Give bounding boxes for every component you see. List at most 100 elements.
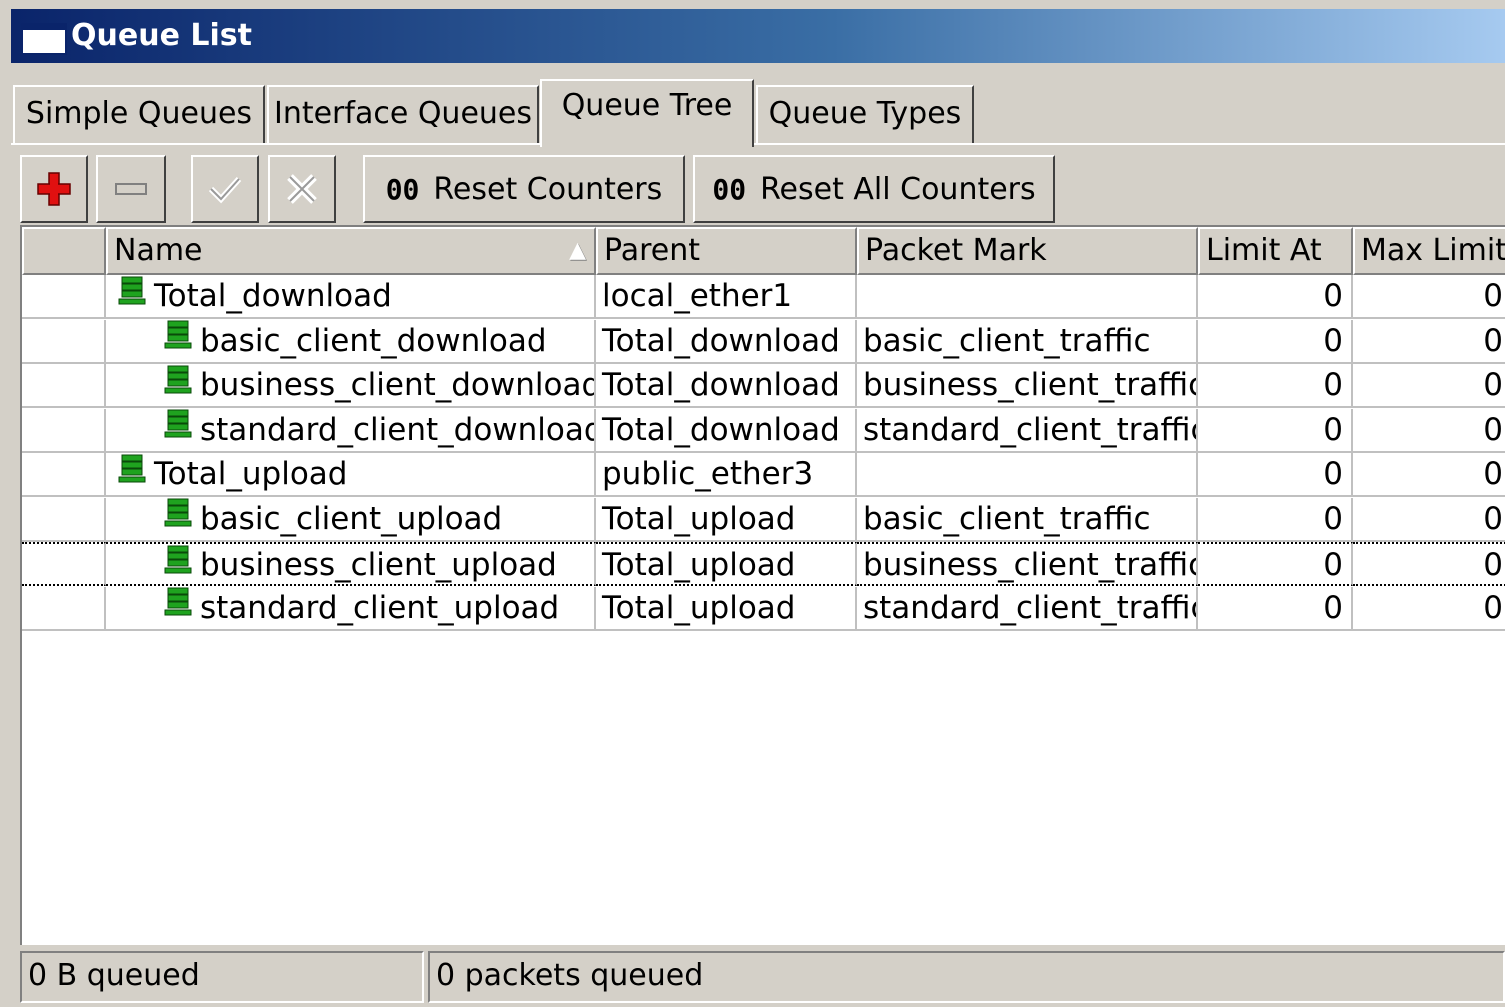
cell-packet-mark: basic_client_traffic <box>857 497 1198 542</box>
table-row[interactable]: business_client_download Total_download bu… <box>22 364 1505 408</box>
queue-name-text: business_client_download <box>200 367 596 403</box>
cell-limit-at: 0 <box>1198 497 1353 542</box>
add-button[interactable] <box>20 155 88 223</box>
queue-list-window: Queue List Simple Queues Interface Queue… <box>11 9 1505 1007</box>
counter-icon: 00 <box>385 172 420 206</box>
checkmark-icon <box>208 176 242 204</box>
cell-flags <box>22 319 106 364</box>
enable-button[interactable] <box>191 155 259 223</box>
cell-limit-at: 0 <box>1198 275 1353 319</box>
column-header-packet-mark[interactable]: Packet Mark <box>857 227 1198 275</box>
cell-limit-at: 0 <box>1198 408 1353 453</box>
cell-parent: Total_upload <box>596 497 857 542</box>
reset-counters-label: Reset Counters <box>433 171 663 207</box>
cell-name: business_client_upload <box>106 542 596 586</box>
tab-simple-queues[interactable]: Simple Queues <box>13 85 265 143</box>
table-header: Name ▲ Parent Packet Mark Limit At Max L… <box>22 227 1505 275</box>
cell-limit-at: 0 <box>1198 542 1353 586</box>
tab-queue-tree[interactable]: Queue Tree <box>540 79 754 147</box>
counter-icon: 00 <box>712 172 747 206</box>
queue-icon <box>164 409 192 451</box>
column-header-limit-at[interactable]: Limit At <box>1198 227 1353 275</box>
column-header-flags[interactable] <box>22 227 106 275</box>
table-row[interactable]: Total_download local_ether1 0 0 <box>22 275 1505 319</box>
title-bar[interactable]: Queue List <box>11 9 1505 63</box>
cell-flags <box>22 453 106 497</box>
cell-name: business_client_download <box>106 364 596 408</box>
table-row[interactable]: basic_client_download Total_download basic… <box>22 319 1505 364</box>
cell-name: basic_client_download <box>106 319 596 364</box>
tab-strip: Simple Queues Interface Queues Queue Tre… <box>11 69 1505 147</box>
cell-limit-at: 0 <box>1198 319 1353 364</box>
queue-icon <box>164 364 192 406</box>
cell-packet-mark: business_client_traffic <box>857 364 1198 408</box>
cell-packet-mark: basic_client_traffic <box>857 319 1198 364</box>
queue-icon <box>164 320 192 362</box>
tab-interface-queues[interactable]: Interface Queues <box>267 85 539 143</box>
table-row[interactable]: standard_client_upload Total_upload standa… <box>22 586 1505 631</box>
status-bar: 0 B queued 0 packets queued <box>20 951 1505 1003</box>
cell-max-limit: 0 <box>1353 409 1505 453</box>
cell-max-limit: 0 <box>1353 320 1505 364</box>
cell-name: standard_client_download <box>106 408 596 453</box>
cell-name: standard_client_upload <box>106 586 596 631</box>
cell-name: Total_upload <box>106 453 596 497</box>
tab-queue-types[interactable]: Queue Types <box>756 85 974 143</box>
cell-parent: Total_download <box>596 319 857 364</box>
cell-flags <box>22 408 106 453</box>
cell-max-limit: 0 <box>1353 453 1505 497</box>
cell-max-limit: 0 <box>1353 498 1505 542</box>
window-left-frame <box>0 0 9 998</box>
cell-max-limit: 0 <box>1353 587 1505 631</box>
cell-packet-mark <box>857 453 1198 497</box>
cell-parent: local_ether1 <box>596 275 857 319</box>
queue-icon <box>118 453 146 495</box>
disable-button[interactable] <box>268 155 336 223</box>
cross-icon <box>287 174 317 204</box>
table-row[interactable]: basic_client_upload Total_upload basic_cli… <box>22 497 1505 542</box>
cell-flags <box>22 497 106 542</box>
cell-limit-at: 0 <box>1198 364 1353 408</box>
table-row[interactable]: Total_upload public_ether3 0 0 <box>22 453 1505 497</box>
cell-parent: public_ether3 <box>596 453 857 497</box>
window-icon <box>21 23 67 55</box>
cell-limit-at: 0 <box>1198 586 1353 631</box>
cell-flags <box>22 275 106 319</box>
cell-flags <box>22 542 106 586</box>
column-header-parent[interactable]: Parent <box>596 227 857 275</box>
cell-flags <box>22 364 106 408</box>
cell-packet-mark: standard_client_traffic <box>857 586 1198 631</box>
cell-flags <box>22 586 106 631</box>
cell-parent: Total_download <box>596 364 857 408</box>
cell-parent: Total_upload <box>596 542 857 586</box>
cell-parent: Total_download <box>596 408 857 453</box>
queue-icon <box>118 275 146 317</box>
sort-ascending-icon: ▲ <box>569 238 586 263</box>
column-header-max-limit[interactable]: Max Limit <box>1353 227 1505 275</box>
reset-all-counters-button[interactable]: 00 Reset All Counters <box>693 155 1055 223</box>
queue-name-text: standard_client_upload <box>200 589 560 626</box>
cell-name: basic_client_upload <box>106 497 596 542</box>
cell-packet-mark: business_client_traffic <box>857 542 1198 586</box>
column-header-name-label: Name <box>114 233 203 268</box>
toolbar: 00 Reset Counters 00 Reset All Counters <box>11 145 1505 225</box>
table-row[interactable]: standard_client_download Total_download st… <box>22 408 1505 453</box>
cell-packet-mark <box>857 275 1198 319</box>
queue-name-text: basic_client_upload <box>200 500 503 537</box>
column-header-name[interactable]: Name ▲ <box>106 227 596 275</box>
cell-max-limit: 0 <box>1353 542 1505 586</box>
cell-max-limit: 0 <box>1353 275 1505 319</box>
queue-name-text: Total_download <box>154 278 392 314</box>
status-packets-queued: 0 packets queued <box>428 951 1505 1003</box>
plus-icon <box>37 172 71 206</box>
cell-packet-mark: standard_client_traffic <box>857 408 1198 453</box>
reset-counters-button[interactable]: 00 Reset Counters <box>363 155 685 223</box>
queue-name-text: Total_upload <box>154 456 348 492</box>
table-row[interactable]: business_client_upload Total_upload busine… <box>22 542 1505 586</box>
reset-all-counters-label: Reset All Counters <box>760 171 1036 207</box>
cell-parent: Total_upload <box>596 586 857 631</box>
queue-icon <box>164 544 192 584</box>
remove-button[interactable] <box>96 155 166 223</box>
queue-tree-table: Name ▲ Parent Packet Mark Limit At Max L… <box>20 225 1505 945</box>
queue-icon <box>164 498 192 540</box>
